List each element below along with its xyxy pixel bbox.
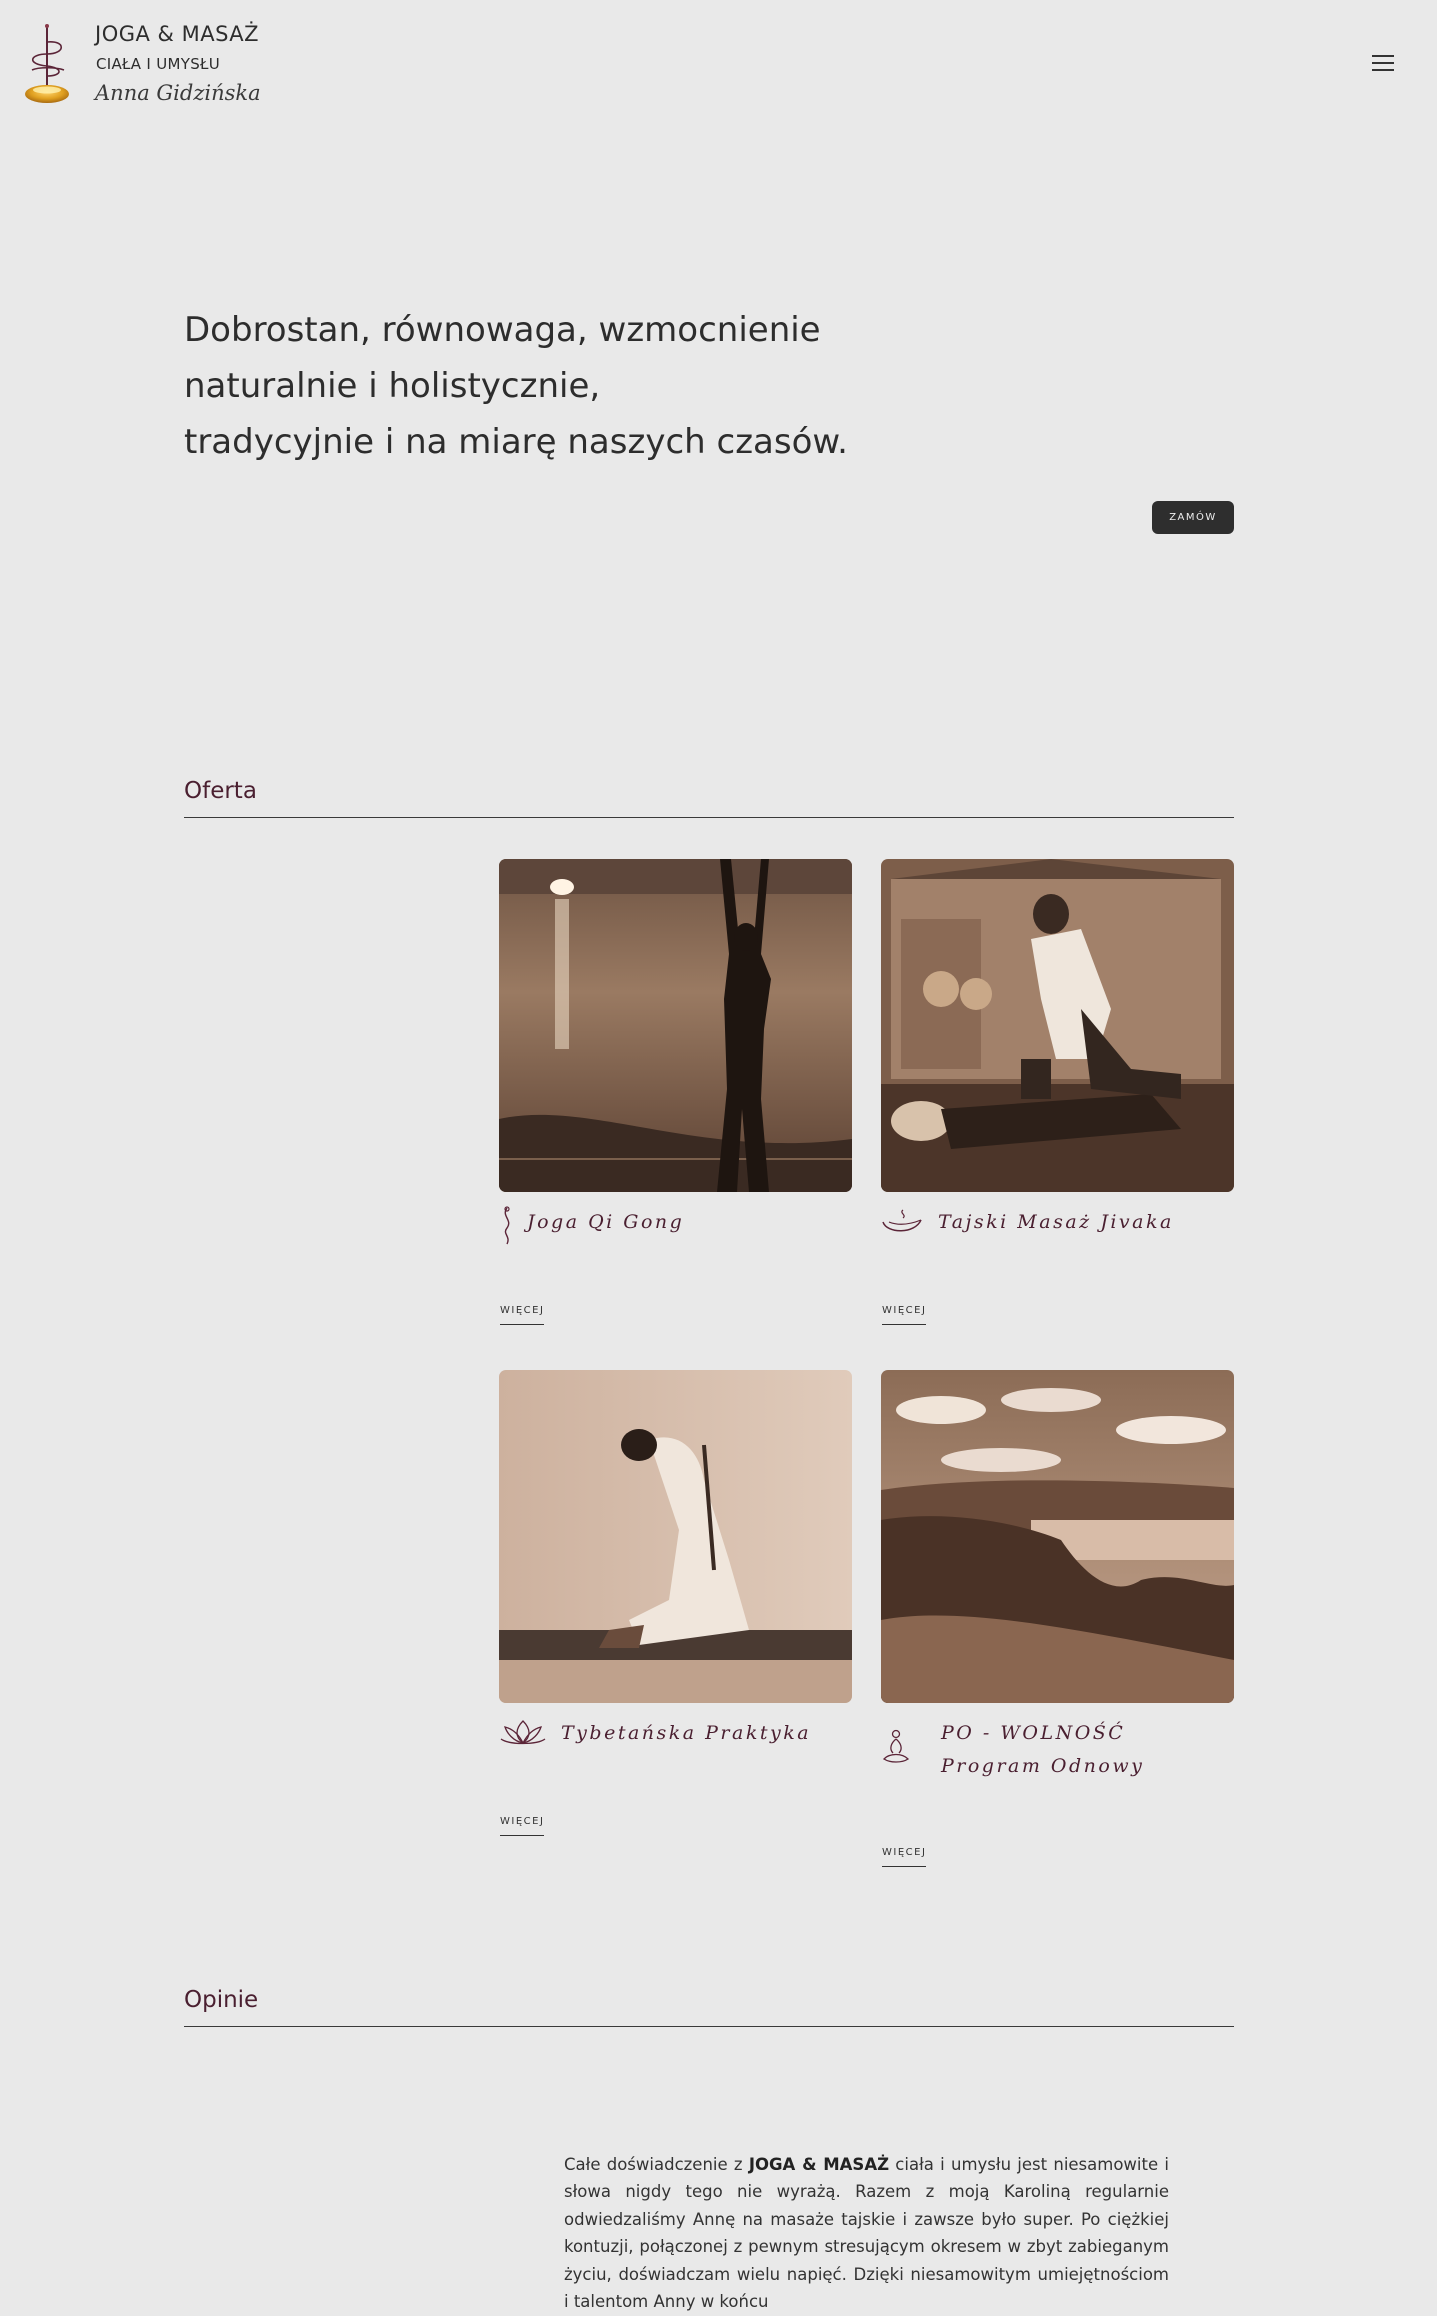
more-link-tybetanska-praktyka[interactable]: WIĘCEJ	[500, 1816, 545, 1836]
tibetan-practice-backbend-photo[interactable]	[499, 1370, 852, 1703]
offer-card-joga-qi-gong[interactable]: Joga Qi Gong	[499, 859, 852, 1246]
offer-card-tajski-masaz[interactable]: Tajski Masaż Jivaka	[881, 859, 1234, 1246]
brand-subtitle: CIAŁA I UMYSŁU	[96, 55, 221, 73]
brand-author: Anna Gidzińska	[95, 81, 261, 105]
testimonials-heading: Opinie	[184, 1987, 259, 2013]
singing-bowl-icon	[882, 1209, 922, 1232]
hero-text: Dobrostan, równowaga, wzmocnienie natura…	[184, 302, 1044, 470]
offer-head: PO - WOLNOŚĆ Program Odnowy	[881, 1717, 1234, 1783]
hamburger-menu-icon[interactable]	[1372, 55, 1394, 75]
offer-title[interactable]: Tajski Masaż Jivaka	[881, 1206, 1234, 1239]
offer-head: Tybetańska Praktyka	[499, 1717, 852, 1757]
offer-title[interactable]: PO - WOLNOŚĆ Program Odnowy	[881, 1717, 1234, 1783]
site-header: JOGA & MASAŻ CIAŁA I UMYSŁU Anna Gidzińs…	[0, 0, 1437, 130]
offer-head: Joga Qi Gong	[499, 1206, 852, 1246]
menu-line	[1372, 69, 1394, 71]
testimonial-text: Całe doświadczenie z JOGA & MASAŻ ciała …	[564, 2151, 1169, 2316]
energy-flow-icon	[504, 1206, 510, 1245]
incense-stick-logo-icon[interactable]	[18, 20, 78, 108]
offer-heading: Oferta	[184, 778, 257, 804]
order-button[interactable]: ZAMÓW	[1152, 501, 1234, 534]
meditation-figure-icon	[882, 1729, 910, 1763]
offer-card-tybetanska-praktyka[interactable]: Tybetańska Praktyka	[499, 1370, 852, 1757]
hero-line: Dobrostan, równowaga, wzmocnienie	[184, 310, 821, 350]
more-link-joga-qi-gong[interactable]: WIĘCEJ	[500, 1305, 545, 1325]
section-divider	[184, 2026, 1234, 2027]
testimonial-text-after: ciała i umysłu jest niesamowite i słowa …	[564, 2154, 1169, 2312]
menu-line	[1372, 55, 1394, 57]
thai-massage-session-photo[interactable]	[881, 859, 1234, 1192]
offer-title[interactable]: Tybetańska Praktyka	[499, 1717, 852, 1750]
more-link-tajski-masaz[interactable]: WIĘCEJ	[882, 1305, 927, 1325]
hero-line: naturalnie i holistycznie,	[184, 366, 601, 406]
woman-yoga-sunset-sea-photo[interactable]	[499, 859, 852, 1192]
brand-name[interactable]: JOGA & MASAŻ	[95, 22, 259, 46]
more-link-po-wolnosc[interactable]: WIĘCEJ	[882, 1847, 927, 1867]
lake-landscape-photo[interactable]	[881, 1370, 1234, 1703]
testimonial-brand: JOGA & MASAŻ	[748, 2154, 890, 2174]
offer-card-po-wolnosc[interactable]: PO - WOLNOŚĆ Program Odnowy	[881, 1370, 1234, 1783]
testimonial-text-before: Całe doświadczenie z	[564, 2154, 749, 2174]
section-divider	[184, 817, 1234, 818]
hero-line: tradycyjnie i na miarę naszych czasów.	[184, 422, 848, 462]
offer-head: Tajski Masaż Jivaka	[881, 1206, 1234, 1246]
offer-title[interactable]: Joga Qi Gong	[499, 1206, 852, 1239]
menu-line	[1372, 62, 1394, 64]
lotus-icon	[500, 1720, 546, 1745]
